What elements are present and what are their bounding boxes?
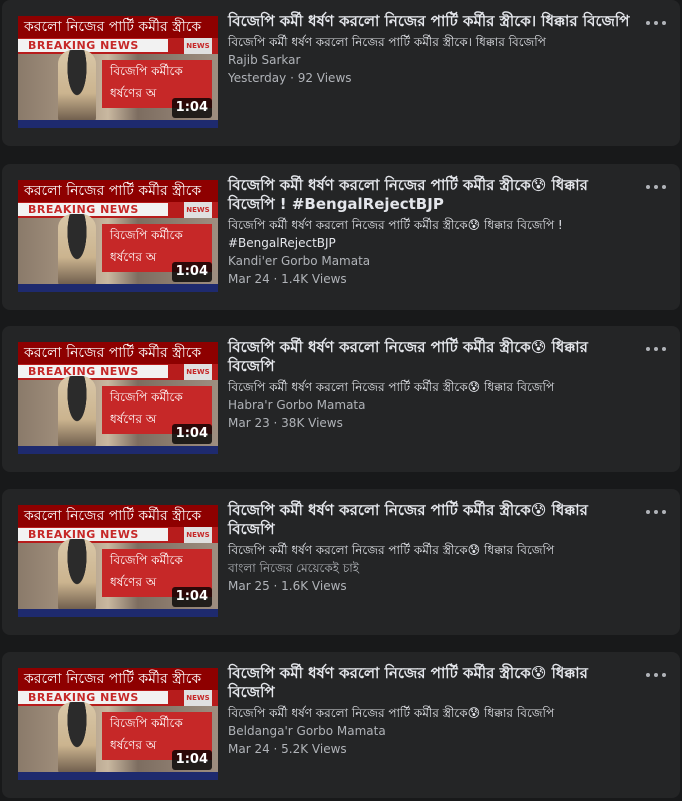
video-meta: Mar 23 · 38K Views	[228, 416, 343, 430]
news-logo: NEWS	[184, 202, 212, 218]
video-info: বিজেপি কর্মী ধর্ষণ করলো নিজের পার্টি কর্…	[228, 12, 638, 87]
video-description: বিজেপি কর্মী ধর্ষণ করলো নিজের পার্টি কর্…	[228, 218, 563, 250]
breaking-news-banner: BREAKING NEWS	[18, 203, 168, 216]
video-title[interactable]: বিজেপি কর্মী ধর্ষণ করলো নিজের পার্টি কর্…	[228, 501, 638, 539]
video-duration: 1:04	[171, 424, 212, 444]
video-duration: 1:04	[171, 750, 212, 770]
channel-name[interactable]: বাংলা নিজের মেয়েকেই চাই	[228, 559, 638, 577]
video-card[interactable]: করলো নিজের পার্টি কর্মীর স্ত্রীকে BREAKI…	[2, 164, 680, 310]
thumbnail-headline: করলো নিজের পার্টি কর্মীর স্ত্রীকে	[18, 342, 218, 364]
video-description: বিজেপি কর্মী ধর্ষণ করলো নিজের পার্টি কর্…	[228, 543, 555, 557]
video-meta: Mar 24 · 1.4K Views	[228, 272, 347, 286]
thumbnail-ticker	[18, 284, 218, 292]
news-logo: NEWS	[184, 364, 212, 380]
news-logo: NEWS	[184, 38, 212, 54]
more-options-icon[interactable]	[646, 16, 666, 30]
video-info: বিজেপি কর্মী ধর্ষণ করলো নিজের পার্টি কর্…	[228, 176, 638, 288]
channel-name[interactable]: Habra'r Gorbo Mamata	[228, 396, 638, 414]
more-options-icon[interactable]	[646, 505, 666, 519]
video-title[interactable]: বিজেপি কর্মী ধর্ষণ করলো নিজের পার্টি কর্…	[228, 664, 638, 702]
video-duration: 1:04	[171, 262, 212, 282]
channel-name[interactable]: Rajib Sarkar	[228, 51, 638, 69]
thumbnail-headline: করলো নিজের পার্টি কর্মীর স্ত্রীকে	[18, 16, 218, 38]
video-info: বিজেপি কর্মী ধর্ষণ করলো নিজের পার্টি কর্…	[228, 501, 638, 595]
thumbnail-person	[58, 376, 96, 448]
thumbnail-ticker	[18, 772, 218, 780]
thumbnail-ticker	[18, 446, 218, 454]
channel-name[interactable]: Beldanga'r Gorbo Mamata	[228, 722, 638, 740]
thumbnail-ticker	[18, 120, 218, 128]
video-title[interactable]: বিজেপি কর্মী ধর্ষণ করলো নিজের পার্টি কর্…	[228, 338, 638, 376]
breaking-news-banner: BREAKING NEWS	[18, 39, 168, 52]
thumbnail-person	[58, 50, 96, 122]
video-title[interactable]: বিজেপি কর্মী ধর্ষণ করলো নিজের পার্টি কর্…	[228, 12, 638, 31]
more-options-icon[interactable]	[646, 668, 666, 682]
video-card[interactable]: করলো নিজের পার্টি কর্মীর স্ত্রীকে BREAKI…	[2, 326, 680, 472]
video-description: বিজেপি কর্মী ধর্ষণ করলো নিজের পার্টি কর্…	[228, 706, 555, 720]
video-card[interactable]: করলো নিজের পার্টি কর্মীর স্ত্রীকে BREAKI…	[2, 0, 680, 146]
news-logo: NEWS	[184, 527, 212, 543]
thumbnail-person	[58, 539, 96, 611]
breaking-news-banner: BREAKING NEWS	[18, 365, 168, 378]
video-duration: 1:04	[171, 98, 212, 118]
thumbnail-headline: করলো নিজের পার্টি কর্মীর স্ত্রীকে	[18, 668, 218, 690]
video-description: বিজেপি কর্মী ধর্ষণ করলো নিজের পার্টি কর্…	[228, 35, 546, 49]
news-logo: NEWS	[184, 690, 212, 706]
video-description: বিজেপি কর্মী ধর্ষণ করলো নিজের পার্টি কর্…	[228, 380, 555, 394]
video-thumbnail[interactable]: করলো নিজের পার্টি কর্মীর স্ত্রীকে BREAKI…	[18, 668, 218, 780]
video-info: বিজেপি কর্মী ধর্ষণ করলো নিজের পার্টি কর্…	[228, 664, 638, 758]
thumbnail-person	[58, 702, 96, 774]
video-thumbnail[interactable]: করলো নিজের পার্টি কর্মীর স্ত্রীকে BREAKI…	[18, 16, 218, 128]
channel-name[interactable]: Kandi'er Gorbo Mamata	[228, 252, 638, 270]
video-meta: Mar 24 · 5.2K Views	[228, 742, 347, 756]
video-meta: Yesterday · 92 Views	[228, 71, 352, 85]
video-title[interactable]: বিজেপি কর্মী ধর্ষণ করলো নিজের পার্টি কর্…	[228, 176, 638, 214]
more-options-icon[interactable]	[646, 342, 666, 356]
more-options-icon[interactable]	[646, 180, 666, 194]
video-thumbnail[interactable]: করলো নিজের পার্টি কর্মীর স্ত্রীকে BREAKI…	[18, 342, 218, 454]
video-thumbnail[interactable]: করলো নিজের পার্টি কর্মীর স্ত্রীকে BREAKI…	[18, 505, 218, 617]
thumbnail-headline: করলো নিজের পার্টি কর্মীর স্ত্রীকে	[18, 505, 218, 527]
video-duration: 1:04	[171, 587, 212, 607]
breaking-news-banner: BREAKING NEWS	[18, 691, 168, 704]
thumbnail-ticker	[18, 609, 218, 617]
video-card[interactable]: করলো নিজের পার্টি কর্মীর স্ত্রীকে BREAKI…	[2, 652, 680, 798]
video-card[interactable]: করলো নিজের পার্টি কর্মীর স্ত্রীকে BREAKI…	[2, 489, 680, 635]
video-meta: Mar 25 · 1.6K Views	[228, 579, 347, 593]
thumbnail-headline: করলো নিজের পার্টি কর্মীর স্ত্রীকে	[18, 180, 218, 202]
video-thumbnail[interactable]: করলো নিজের পার্টি কর্মীর স্ত্রীকে BREAKI…	[18, 180, 218, 292]
thumbnail-person	[58, 214, 96, 286]
video-info: বিজেপি কর্মী ধর্ষণ করলো নিজের পার্টি কর্…	[228, 338, 638, 432]
breaking-news-banner: BREAKING NEWS	[18, 528, 168, 541]
